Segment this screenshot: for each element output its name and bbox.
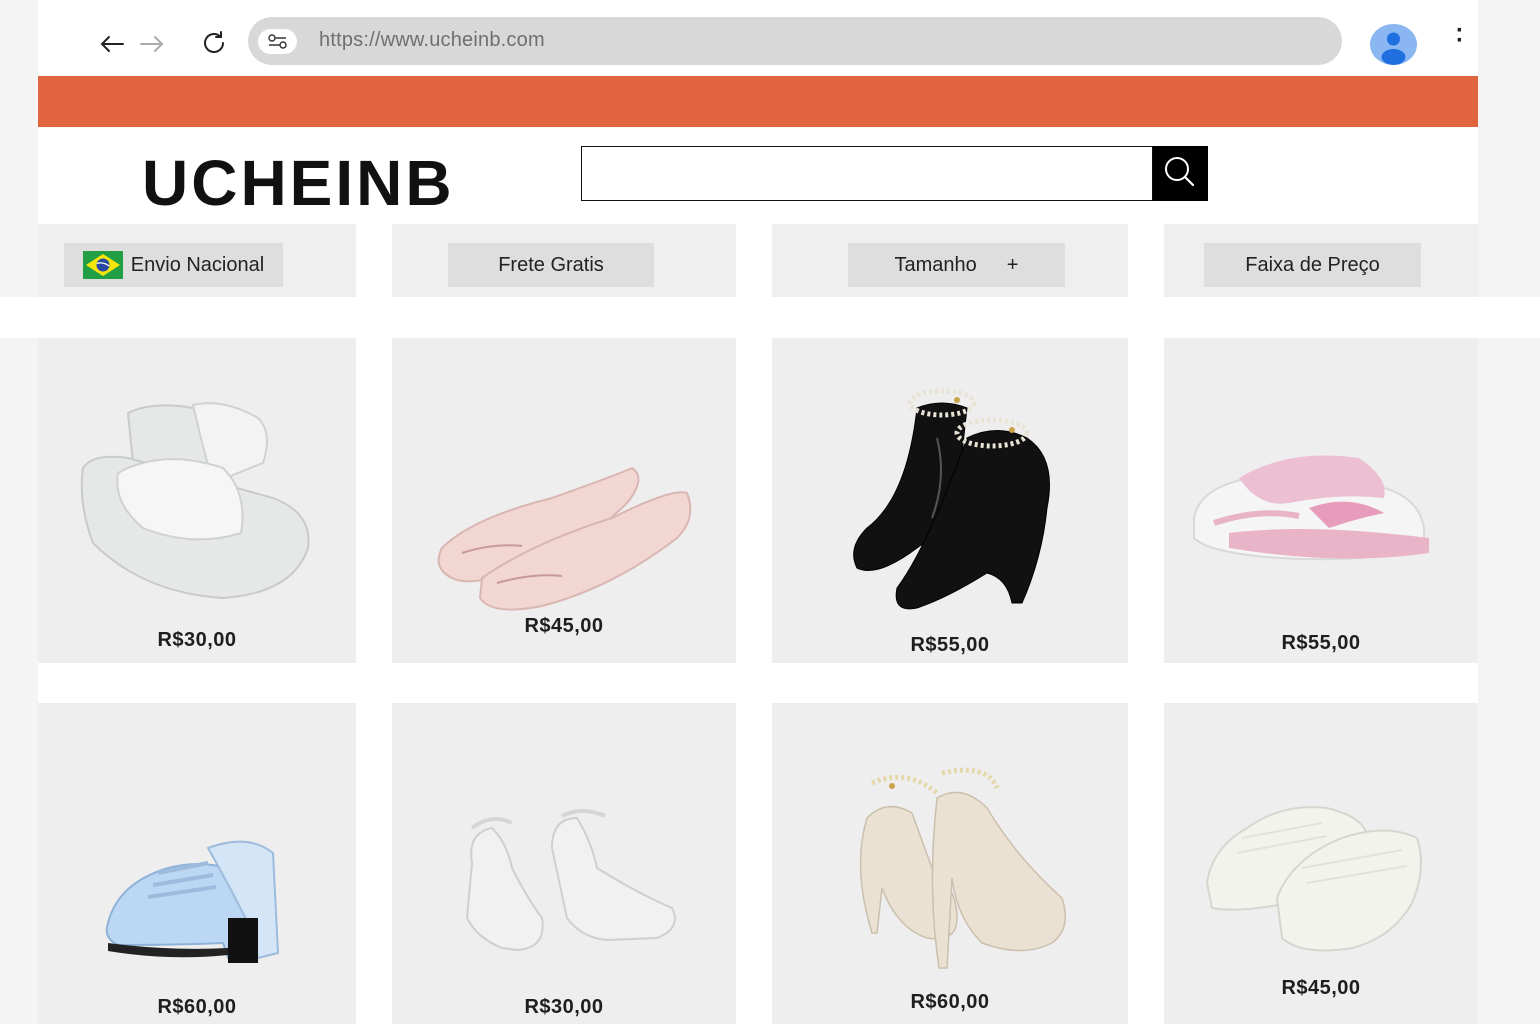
profile-avatar[interactable] [1370,24,1417,65]
plus-icon: + [1006,253,1019,276]
product-image [853,388,1050,610]
product-card[interactable]: R$30,00 [38,338,356,663]
product-price: R$55,00 [1281,632,1361,654]
filter-cell: Faixa de Preço [1164,224,1478,297]
url-text[interactable]: https://www.ucheinb.com [319,29,545,52]
product-card[interactable]: R$60,00 [38,703,356,1024]
promo-banner [38,76,1478,127]
product-image [105,840,280,963]
product-card[interactable]: R$55,00 [772,338,1128,663]
filter-national-shipping[interactable]: Envio Nacional [64,243,283,287]
page-gap [1478,297,1540,338]
filter-label: Tamanho [894,253,977,276]
product-card[interactable]: R$45,00 [1164,703,1478,1024]
search-icon [1165,157,1195,187]
avatar-icon [1381,32,1406,65]
filter-label: Frete Gratis [498,253,604,276]
product-card[interactable]: R$55,00 [1164,338,1478,663]
filter-label: Envio Nacional [130,253,265,276]
more-vertical-icon[interactable]: · · [1450,19,1470,56]
filter-cell: Tamanho + [772,224,1128,297]
page-gap [0,297,38,338]
product-card[interactable]: R$30,00 [392,703,736,1024]
product-image [1205,806,1422,952]
product-price: R$45,00 [1281,977,1361,999]
product-image [437,466,692,611]
filter-price-range[interactable]: Faixa de Preço [1204,243,1421,287]
row-divider [38,663,1478,703]
arrow-right-icon [140,36,164,52]
product-price: R$30,00 [157,629,237,651]
product-card[interactable]: R$60,00 [772,703,1128,1024]
product-price: R$60,00 [157,996,237,1018]
filter-cell: Frete Gratis [392,224,736,297]
reload-button[interactable] [199,28,229,58]
product-image [1193,455,1429,561]
product-image [80,402,310,600]
product-image [465,809,676,952]
filter-free-shipping[interactable]: Frete Gratis [448,243,654,287]
search-input[interactable] [581,146,1153,201]
product-card[interactable]: R$45,00 [392,338,736,663]
back-button[interactable] [98,30,126,58]
brazil-flag-icon [82,251,123,279]
filter-size[interactable]: Tamanho + [848,243,1065,287]
forward-button[interactable] [138,30,166,58]
product-image [859,767,1067,969]
product-price: R$60,00 [910,991,990,1013]
filter-cell: Envio Nacional [38,224,356,297]
search-button[interactable] [1153,146,1208,201]
tune-icon [268,34,287,49]
site-settings-button[interactable] [258,29,297,54]
site-logo[interactable]: UCHEINB [142,146,455,220]
product-price: R$30,00 [524,996,604,1018]
product-price: R$45,00 [524,615,604,637]
filter-label: Faixa de Preço [1245,253,1380,276]
reload-icon [204,31,224,53]
product-price: R$55,00 [910,634,990,656]
arrow-left-icon [100,36,124,52]
